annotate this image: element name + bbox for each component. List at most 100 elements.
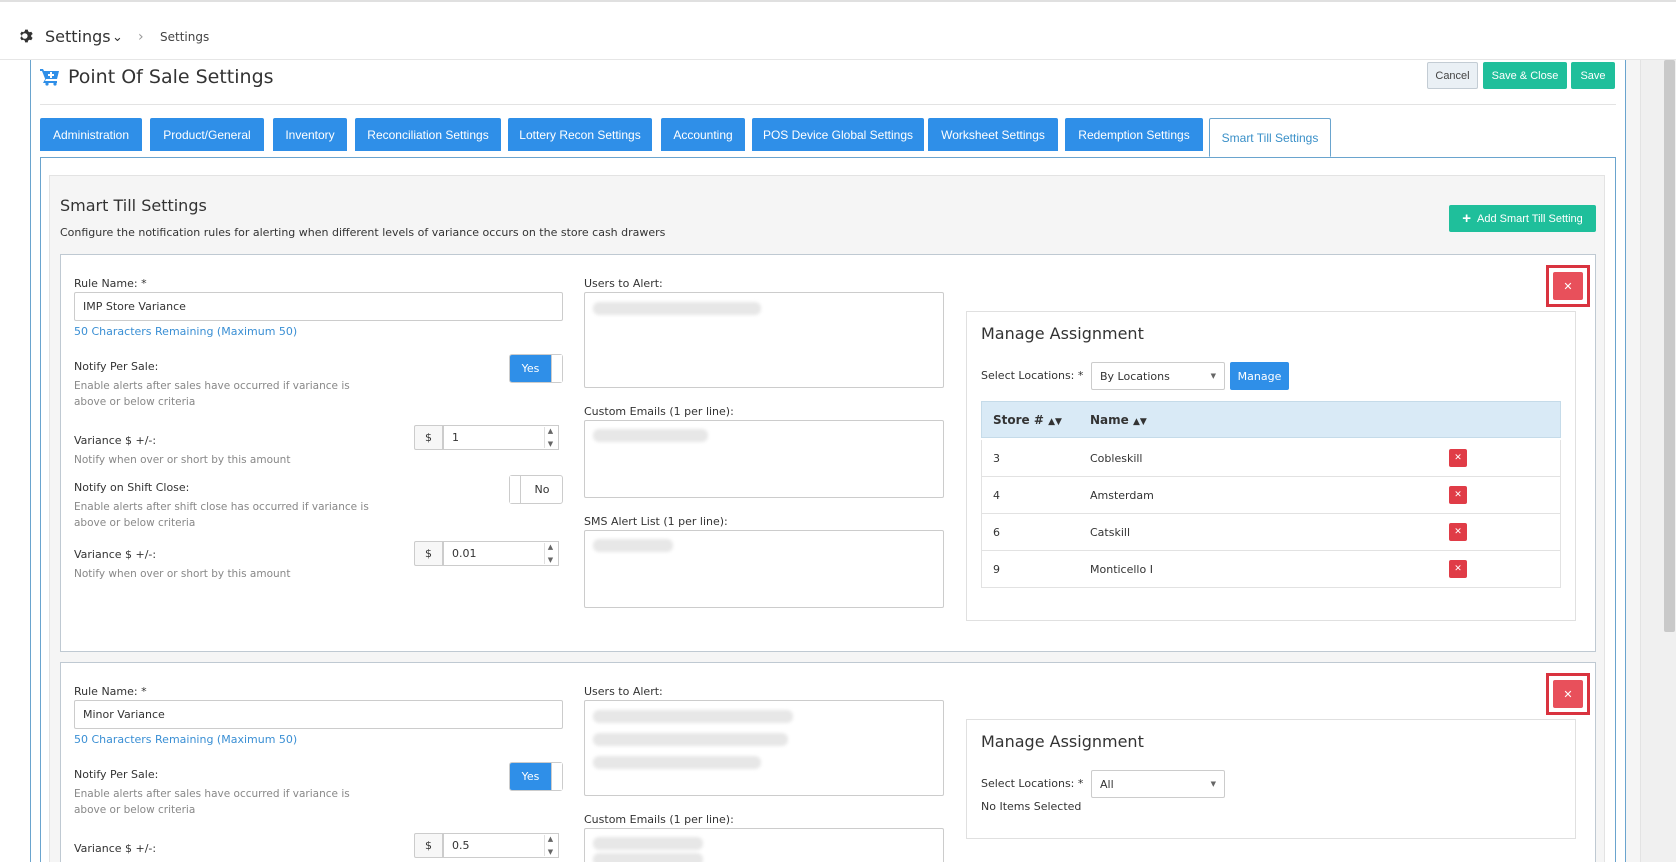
table-header: Store # ▲▼ Name ▲▼ — [981, 401, 1561, 438]
user-tag — [593, 710, 793, 723]
spinner-icon[interactable]: ▲ ▼ — [544, 543, 556, 564]
tab-pos-device-global-settings[interactable]: POS Device Global Settings — [752, 118, 924, 151]
store-name: Monticello I — [1090, 563, 1153, 576]
variance-sale-input[interactable]: 1 ▲ ▼ — [443, 425, 559, 450]
breadcrumb[interactable]: Settings — [160, 30, 209, 44]
tab-smart-till-settings[interactable]: Smart Till Settings — [1209, 118, 1331, 157]
locations-select[interactable]: All ▼ — [1091, 770, 1225, 798]
col-name-header[interactable]: Name ▲▼ — [1090, 413, 1147, 427]
tab-reconciliation-settings[interactable]: Reconciliation Settings — [355, 118, 501, 151]
chevron-down-icon[interactable]: ⌄ — [112, 30, 123, 45]
notify-per-sale-label: Notify Per Sale: — [74, 360, 159, 373]
characters-remaining: 50 Characters Remaining (Maximum 50) — [74, 733, 298, 746]
manage-button[interactable]: Manage — [1230, 362, 1289, 390]
rule-name-input[interactable]: Minor Variance — [74, 700, 563, 729]
table-row: 9 Monticello I ✕ — [981, 551, 1561, 588]
remove-store-icon[interactable]: ✕ — [1449, 486, 1467, 504]
notify-per-sale-help: Enable alerts after sales have occurred … — [74, 380, 350, 408]
variance-sale-input[interactable]: 0.5 ▲ ▼ — [443, 833, 559, 858]
manage-assignment-panel: Manage Assignment Select Locations: * Al… — [966, 719, 1576, 839]
notify-per-sale-label: Notify Per Sale: — [74, 768, 159, 781]
sort-icon: ▲▼ — [1132, 417, 1147, 427]
toggle-yes: Yes — [510, 355, 551, 382]
col-store-label: Store # — [993, 413, 1044, 427]
caret-down-icon: ▼ — [1210, 780, 1216, 788]
spinner-icon[interactable]: ▲ ▼ — [544, 427, 556, 448]
notify-per-sale-toggle[interactable]: Yes — [509, 354, 563, 383]
no-items-text: No Items Selected — [981, 800, 1082, 813]
tab-worksheet-settings[interactable]: Worksheet Settings — [928, 118, 1058, 151]
close-icon: ✕ — [1553, 680, 1583, 708]
variance-sale-value: 0.5 — [452, 839, 470, 852]
select-locations-label: Select Locations: * — [981, 369, 1084, 382]
user-tag — [593, 302, 761, 315]
toggle-knob — [551, 355, 562, 382]
email-line — [593, 837, 703, 850]
manage-assignment-panel: Manage Assignment Select Locations: * By… — [966, 311, 1576, 621]
store-number: 9 — [993, 563, 1000, 576]
toggle-knob — [551, 763, 562, 790]
module-title[interactable]: Settings — [45, 27, 111, 46]
email-line — [593, 429, 708, 442]
rule-card-1: Rule Name: * IMP Store Variance 50 Chara… — [60, 254, 1596, 652]
cart-icon — [40, 69, 59, 86]
rule-name-input[interactable]: IMP Store Variance — [74, 292, 563, 321]
custom-emails-field[interactable] — [584, 828, 944, 862]
delete-rule-button[interactable]: ✕ — [1546, 265, 1590, 307]
users-to-alert-label: Users to Alert: — [584, 277, 663, 290]
users-to-alert-field[interactable] — [584, 292, 944, 388]
scrollbar-thumb[interactable] — [1664, 60, 1675, 632]
tab-lottery-recon-settings[interactable]: Lottery Recon Settings — [508, 118, 652, 151]
custom-emails-field[interactable] — [584, 420, 944, 498]
remove-store-icon[interactable]: ✕ — [1449, 560, 1467, 578]
rule-name-label: Rule Name: * — [74, 277, 147, 290]
locations-select[interactable]: By Locations ▼ — [1091, 362, 1225, 390]
add-smart-till-setting-button[interactable]: + Add Smart Till Setting — [1449, 205, 1596, 232]
save-button[interactable]: Save — [1571, 62, 1615, 89]
notify-shift-close-label: Notify on Shift Close: — [74, 481, 190, 494]
users-to-alert-field[interactable] — [584, 700, 944, 796]
gear-icon — [20, 29, 33, 43]
delete-rule-button[interactable]: ✕ — [1546, 673, 1590, 715]
toggle-knob — [510, 476, 521, 503]
divider — [40, 104, 1616, 105]
tab-product-general[interactable]: Product/General — [150, 118, 264, 151]
save-close-button[interactable]: Save & Close — [1483, 62, 1567, 89]
spinner-icon[interactable]: ▲ ▼ — [544, 835, 556, 856]
cancel-button[interactable]: Cancel — [1427, 62, 1478, 89]
caret-down-icon: ▼ — [1210, 372, 1216, 380]
locations-select-value: By Locations — [1100, 369, 1170, 383]
right-gutter — [1626, 60, 1640, 862]
notify-per-sale-help: Enable alerts after sales have occurred … — [74, 788, 350, 816]
col-store-header[interactable]: Store # ▲▼ — [993, 413, 1062, 427]
variance-shift-input[interactable]: 0.01 ▲ ▼ — [443, 541, 559, 566]
tab-administration[interactable]: Administration — [40, 118, 142, 151]
content-border-left — [30, 60, 31, 862]
characters-remaining: 50 Characters Remaining (Maximum 50) — [74, 325, 298, 338]
tab-accounting[interactable]: Accounting — [661, 118, 745, 151]
currency-addon: $ — [414, 425, 443, 450]
remove-store-icon[interactable]: ✕ — [1449, 523, 1467, 541]
locations-select-value: All — [1100, 777, 1114, 791]
remove-store-icon[interactable]: ✕ — [1449, 449, 1467, 467]
store-name: Cobleskill — [1090, 452, 1143, 465]
store-number: 6 — [993, 526, 1000, 539]
sms-alert-list-label: SMS Alert List (1 per line): — [584, 515, 728, 528]
variance-sale-help: Notify when over or short by this amount — [74, 454, 291, 466]
notify-per-sale-toggle[interactable]: Yes — [509, 762, 563, 791]
notify-shift-close-toggle[interactable]: No — [509, 475, 563, 504]
variance-shift-label: Variance $ +/-: — [74, 548, 157, 561]
toggle-yes: Yes — [510, 763, 551, 790]
table-row: 3 Cobleskill ✕ — [981, 440, 1561, 477]
table-row: 4 Amsterdam ✕ — [981, 477, 1561, 514]
store-number: 3 — [993, 452, 1000, 465]
store-number: 4 — [993, 489, 1000, 502]
currency-addon: $ — [414, 833, 443, 858]
tab-redemption-settings[interactable]: Redemption Settings — [1065, 118, 1203, 151]
sms-alert-list-field[interactable] — [584, 530, 944, 608]
tab-inventory[interactable]: Inventory — [273, 118, 347, 151]
select-locations-label: Select Locations: * — [981, 777, 1084, 790]
variance-sale-label: Variance $ +/-: — [74, 842, 157, 855]
manage-assignment-title: Manage Assignment — [981, 732, 1144, 751]
manage-assignment-title: Manage Assignment — [981, 324, 1144, 343]
